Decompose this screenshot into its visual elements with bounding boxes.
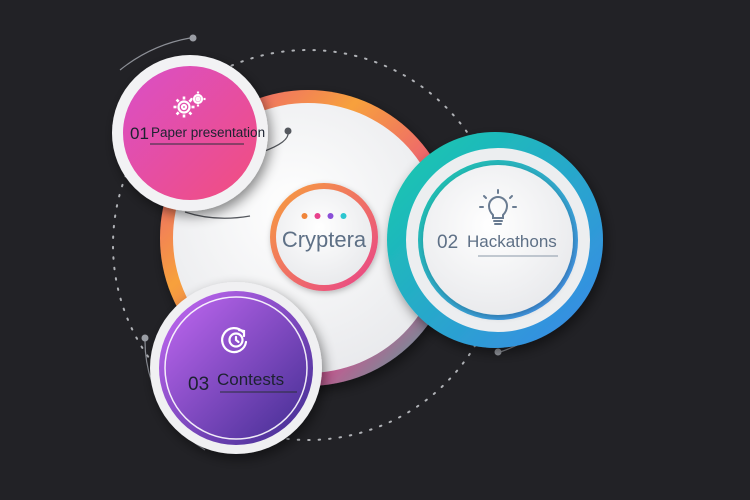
item-number: 02 <box>437 232 458 253</box>
center-dot <box>301 213 308 219</box>
center-dot <box>327 213 334 219</box>
center-dot <box>314 213 321 219</box>
item-label: Hackathons <box>467 232 557 251</box>
center-dot <box>340 213 347 219</box>
orbit-dot-bottom <box>141 334 149 342</box>
center-title: Cryptera <box>282 227 367 252</box>
center-hub[interactable]: Cryptera <box>270 183 378 291</box>
item-label: Paper presentation <box>151 125 265 140</box>
purple-circle <box>159 291 313 445</box>
item-label: Contests <box>217 370 284 389</box>
item-contests[interactable]: 03 Contests <box>150 282 322 454</box>
item-hackathons[interactable]: 02 Hackathons <box>387 132 603 348</box>
item-number: 03 <box>188 374 209 395</box>
cryptera-diagram: 01 Paper presentation 02 Hackathons 03 C… <box>112 34 603 454</box>
item-number: 01 <box>130 124 149 143</box>
orbit-dot-right <box>494 348 502 356</box>
item-paper-presentation[interactable]: 01 Paper presentation <box>112 55 268 211</box>
orbit-dot-top <box>189 34 197 42</box>
